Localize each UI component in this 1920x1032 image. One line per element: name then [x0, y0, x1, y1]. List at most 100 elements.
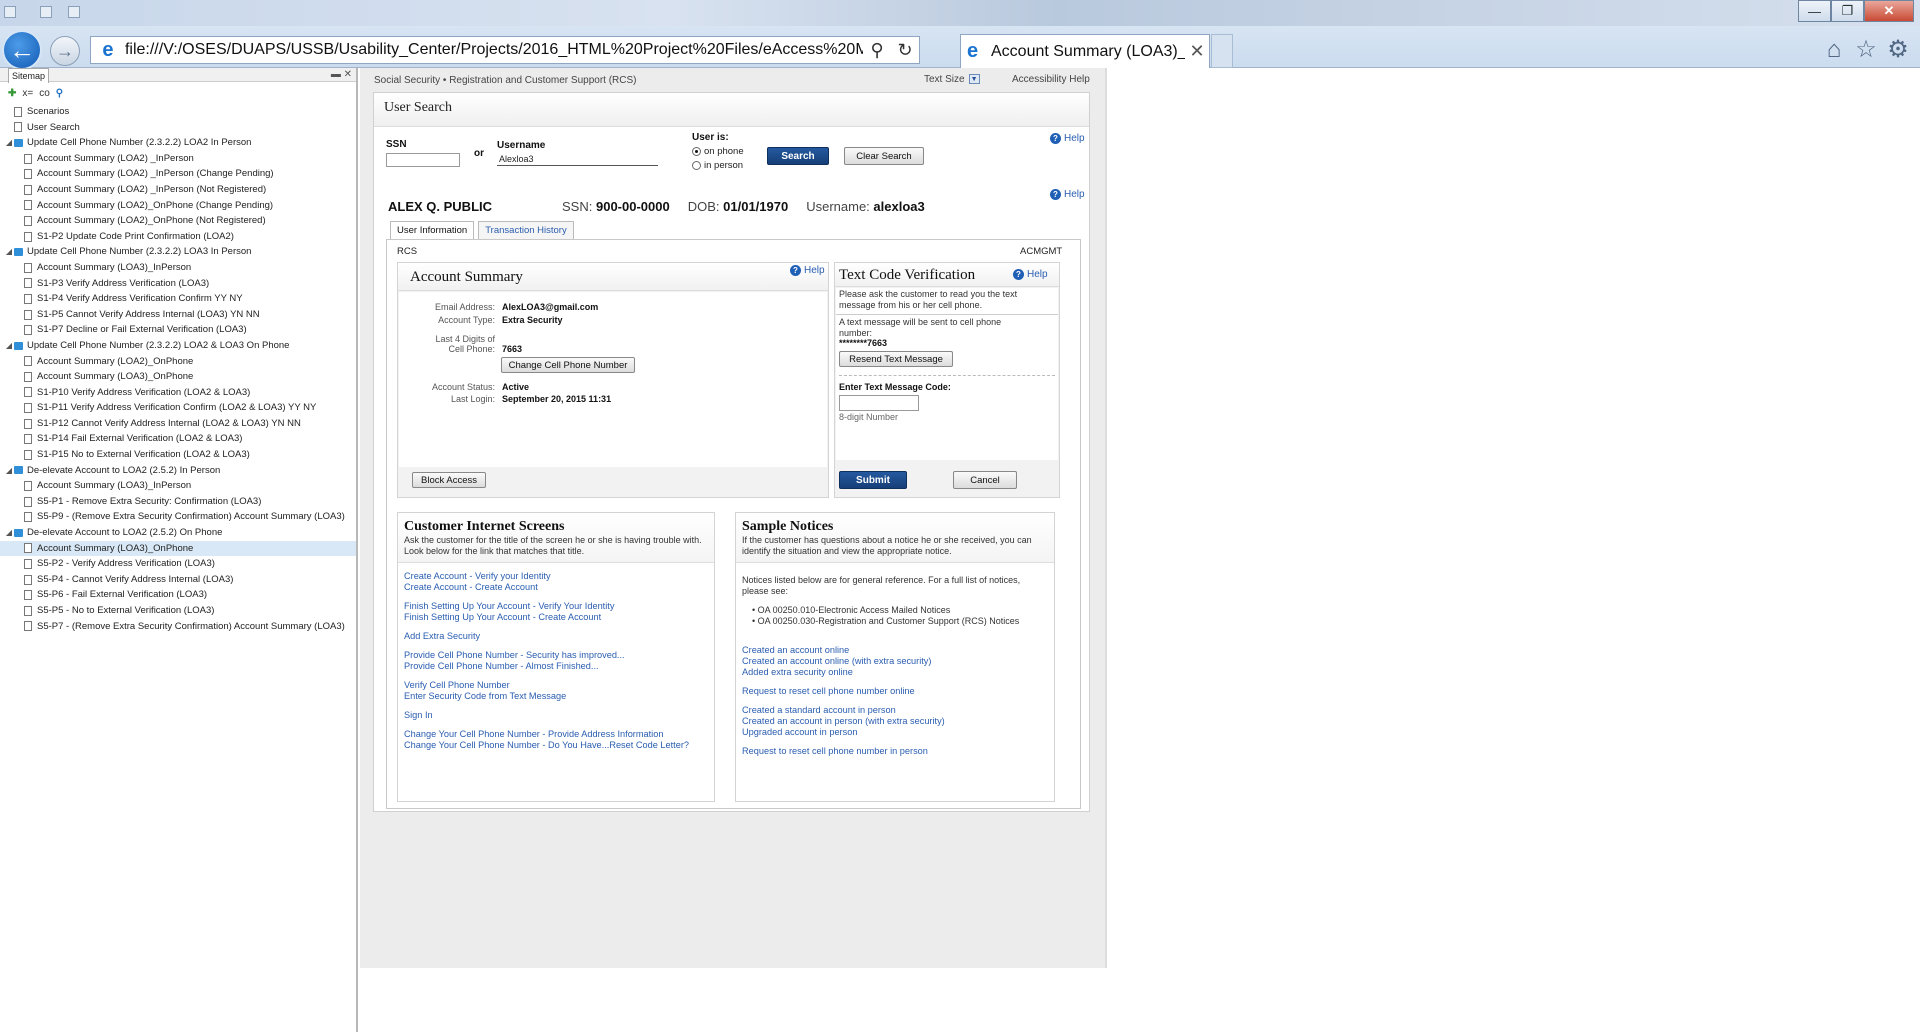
change-cell-phone-button[interactable]: Change Cell Phone Number — [501, 357, 635, 373]
variables-icon[interactable]: x= — [22, 88, 33, 99]
radio-icon[interactable] — [692, 160, 701, 170]
code-input[interactable] — [839, 395, 919, 411]
sitemap-page[interactable]: Account Summary (LOA2)_OnPhone (Not Regi… — [0, 213, 356, 229]
sitemap-page[interactable]: S1-P12 Cannot Verify Address Internal (L… — [0, 416, 356, 432]
expand-collapse-icon[interactable]: ◢ — [4, 338, 14, 354]
sitemap-tab[interactable]: Sitemap — [8, 68, 50, 83]
minimize-button[interactable]: — — [1798, 0, 1831, 22]
help-screen-link[interactable]: Created a standard account in person — [742, 705, 1048, 716]
sitemap-page[interactable]: S1-P15 No to External Verification (LOA2… — [0, 447, 356, 463]
help-screen-link[interactable]: Created an account online (with extra se… — [742, 656, 1048, 667]
search-button[interactable]: Search — [767, 147, 829, 165]
add-page-icon[interactable]: ✚ — [8, 88, 16, 99]
sitemap-page[interactable]: Account Summary (LOA3)_InPerson — [0, 478, 356, 494]
content-scrollbar[interactable] — [1105, 68, 1107, 968]
expand-collapse-icon[interactable]: ◢ — [4, 244, 14, 260]
sitemap-page[interactable]: Account Summary (LOA2) _InPerson — [0, 151, 356, 167]
sitemap-page[interactable]: Account Summary (LOA2)_OnPhone (Change P… — [0, 198, 356, 214]
forward-button[interactable]: → — [50, 36, 80, 66]
quick-tool-icon[interactable] — [40, 6, 52, 18]
sitemap-page[interactable]: S1-P14 Fail External Verification (LOA2 … — [0, 431, 356, 447]
sitemap-page[interactable]: S1-P3 Verify Address Verification (LOA3) — [0, 276, 356, 292]
sitemap-page[interactable]: Scenarios — [0, 104, 356, 120]
text-size-control[interactable]: Text Size ▼ — [924, 74, 980, 85]
help-screen-link[interactable]: Change Your Cell Phone Number - Provide … — [404, 729, 710, 740]
sitemap-folder[interactable]: ◢ De-elevate Account to LOA2 (2.5.2) In P… — [0, 463, 356, 479]
help-screen-link[interactable]: Provide Cell Phone Number - Almost Finis… — [404, 661, 710, 672]
expand-collapse-icon[interactable]: ◢ — [4, 135, 14, 151]
sitemap-page[interactable]: User Search — [0, 120, 356, 136]
help-screen-link[interactable]: Create Account - Create Account — [404, 582, 710, 593]
sitemap-page[interactable]: Account Summary (LOA2)_OnPhone — [0, 354, 356, 370]
sitemap-page[interactable]: S5-P4 - Cannot Verify Address Internal (… — [0, 572, 356, 588]
submit-button[interactable]: Submit — [839, 471, 907, 489]
address-bar[interactable]: e file:///V:/OSES/DUAPS/USSB/Usability_C… — [90, 36, 920, 64]
sitemap-folder[interactable]: ◢ Update Cell Phone Number (2.3.2.2) LOA2… — [0, 135, 356, 151]
sitemap-page[interactable]: S5-P7 - (Remove Extra Security Confirmat… — [0, 619, 356, 635]
help-screen-link[interactable]: Change Your Cell Phone Number - Do You H… — [404, 740, 710, 751]
search-icon[interactable]: ⚲ — [863, 40, 891, 61]
help-screen-link[interactable]: Finish Setting Up Your Account - Verify … — [404, 601, 710, 612]
close-window-button[interactable]: ✕ — [1864, 0, 1914, 22]
help-screen-link[interactable]: Request to reset cell phone number onlin… — [742, 686, 1048, 697]
sitemap-page[interactable]: Account Summary (LOA2) _InPerson (Change… — [0, 166, 356, 182]
sitemap-page[interactable]: S1-P11 Verify Address Verification Confi… — [0, 400, 356, 416]
expand-collapse-icon[interactable]: ◢ — [4, 525, 14, 541]
sitemap-page[interactable]: Account Summary (LOA3)_InPerson — [0, 260, 356, 276]
link-icon[interactable]: co — [39, 88, 50, 99]
help-screen-link[interactable]: Add Extra Security — [404, 631, 710, 642]
sitemap-page[interactable]: Account Summary (LOA2) _InPerson (Not Re… — [0, 182, 356, 198]
search-help-link[interactable]: ? Help — [1050, 133, 1085, 144]
help-screen-link[interactable]: Request to reset cell phone number in pe… — [742, 746, 1048, 757]
tab-user-information[interactable]: User Information — [390, 221, 475, 240]
help-screen-link[interactable]: Enter Security Code from Text Message — [404, 691, 710, 702]
on-phone-radio[interactable]: on phone — [692, 146, 744, 157]
help-screen-link[interactable]: Created an account in person (with extra… — [742, 716, 1048, 727]
help-screen-link[interactable]: Provide Cell Phone Number - Security has… — [404, 650, 710, 661]
sitemap-page[interactable]: S5-P6 - Fail External Verification (LOA3… — [0, 587, 356, 603]
quick-tool-icon[interactable] — [4, 6, 16, 18]
help-screen-link[interactable]: Sign In — [404, 710, 710, 721]
search-icon[interactable]: ⚲ — [56, 88, 63, 99]
help-screen-link[interactable]: Verify Cell Phone Number — [404, 680, 710, 691]
help-screen-link[interactable]: Created an account online — [742, 645, 1048, 656]
refresh-icon[interactable]: ↻ — [891, 40, 919, 61]
sitemap-page[interactable]: S5-P9 - (Remove Extra Security Confirmat… — [0, 509, 356, 525]
sitemap-page[interactable]: S1-P7 Decline or Fail External Verificat… — [0, 322, 356, 338]
user-help-link[interactable]: ? Help — [1050, 189, 1085, 200]
maximize-button[interactable]: ❐ — [1831, 0, 1864, 22]
sitemap-folder[interactable]: ◢ Update Cell Phone Number (2.3.2.2) LOA3… — [0, 244, 356, 260]
sitemap-folder[interactable]: ◢ De-elevate Account to LOA2 (2.5.2) On P… — [0, 525, 356, 541]
help-screen-link[interactable]: Finish Setting Up Your Account - Create … — [404, 612, 710, 623]
block-access-button[interactable]: Block Access — [412, 472, 486, 488]
resend-text-button[interactable]: Resend Text Message — [839, 351, 953, 367]
text-code-help-link[interactable]: ? Help — [1013, 269, 1048, 280]
sitemap-page[interactable]: S1-P5 Cannot Verify Address Internal (LO… — [0, 307, 356, 323]
back-button[interactable]: ← — [2, 30, 42, 70]
sitemap-page[interactable]: Account Summary (LOA3)_OnPhone — [0, 369, 356, 385]
pane-controls[interactable]: ▬ ✕ — [331, 68, 352, 82]
sitemap-page[interactable]: S5-P2 - Verify Address Verification (LOA… — [0, 556, 356, 572]
account-help-link[interactable]: ? Help — [790, 265, 825, 276]
cancel-button[interactable]: Cancel — [953, 471, 1017, 489]
home-icon[interactable]: ⌂ — [1820, 36, 1848, 64]
tab-transaction-history[interactable]: Transaction History — [478, 221, 574, 239]
in-person-radio[interactable]: in person — [692, 160, 743, 171]
new-tab-button[interactable] — [1211, 34, 1233, 68]
username-input[interactable]: Alexloa3 — [497, 152, 658, 166]
sitemap-page[interactable]: S1-P2 Update Code Print Confirmation (LO… — [0, 229, 356, 245]
sitemap-folder[interactable]: ◢ Update Cell Phone Number (2.3.2.2) LOA2… — [0, 338, 356, 354]
browser-tab-active[interactable]: e Account Summary (LOA3)_... ✕ — [960, 34, 1210, 68]
sitemap-page[interactable]: S1-P4 Verify Address Verification Confir… — [0, 291, 356, 307]
sitemap-page[interactable]: Account Summary (LOA3)_OnPhone — [0, 540, 356, 557]
sitemap-page[interactable]: S1-P10 Verify Address Verification (LOA2… — [0, 385, 356, 401]
clear-search-button[interactable]: Clear Search — [844, 147, 924, 165]
sitemap-page[interactable]: S5-P5 - No to External Verification (LOA… — [0, 603, 356, 619]
accessibility-help-link[interactable]: Accessibility Help — [1012, 74, 1090, 85]
expand-collapse-icon[interactable]: ◢ — [4, 463, 14, 479]
settings-gear-icon[interactable]: ⚙ — [1884, 36, 1912, 64]
chevron-down-icon[interactable]: ▼ — [968, 74, 980, 85]
quick-tool-icon[interactable] — [68, 6, 80, 18]
help-screen-link[interactable]: Create Account - Verify your Identity — [404, 571, 710, 582]
close-tab-icon[interactable]: ✕ — [1185, 41, 1209, 62]
